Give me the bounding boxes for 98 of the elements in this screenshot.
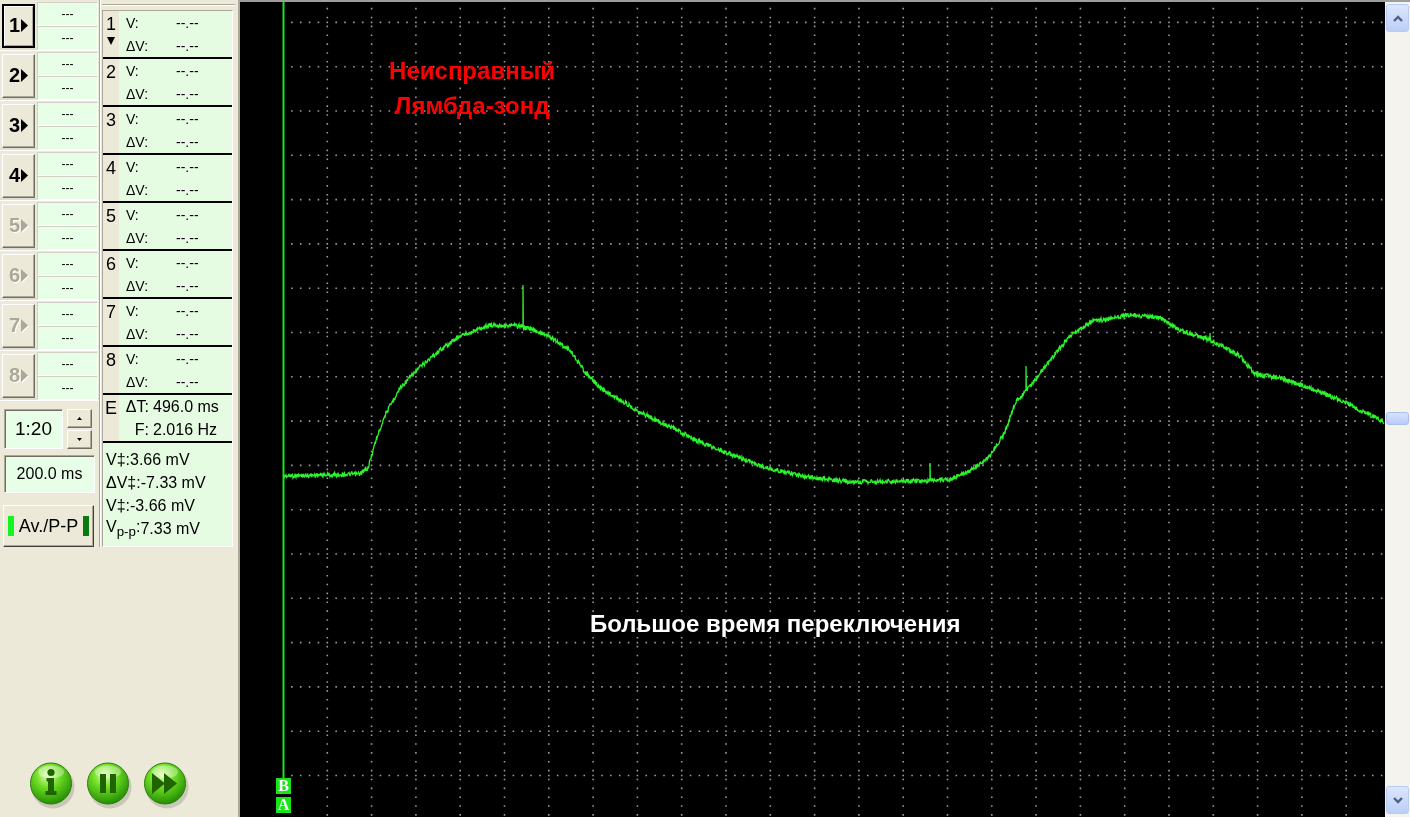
voltage-label: V:	[126, 158, 140, 175]
delta-voltage-label: ΔV:	[126, 277, 150, 294]
reading-value: -3.66 mV	[130, 496, 195, 515]
measure-row-label: ΔT:	[125, 397, 149, 416]
voltage-label: V:	[126, 302, 140, 319]
voltage-value: --.--	[176, 350, 200, 367]
channel-number: 1	[106, 14, 116, 34]
voltage-label: V:	[126, 206, 140, 223]
delta-voltage-label: ΔV:	[126, 85, 150, 102]
scroll-up-button[interactable]	[1386, 4, 1409, 32]
fast-forward-icon[interactable]	[143, 761, 189, 809]
voltage-value: --.--	[176, 158, 200, 175]
channel-number: 7	[106, 302, 116, 322]
delta-voltage-value: --.--	[176, 277, 200, 294]
channel-button[interactable]: 1	[2, 3, 35, 48]
triangle-icon	[21, 69, 29, 82]
delta-voltage-label: ΔV:	[126, 181, 150, 198]
channel-number: 2	[106, 62, 116, 82]
measure-row-value: 496.0 ms	[153, 397, 220, 416]
triangle-icon	[21, 319, 29, 332]
voltage-value: --.--	[176, 206, 200, 223]
voltage-value: --.--	[176, 62, 200, 79]
voltage-value: --.--	[176, 254, 200, 271]
reading-label: V‡:	[106, 450, 130, 469]
reading-value: 7.33 mV	[140, 519, 200, 538]
scroll-down-button[interactable]	[1386, 786, 1409, 814]
channel-button[interactable]: 4	[2, 153, 35, 198]
measure-row-label: F:	[134, 420, 149, 439]
value-cell: ---	[37, 251, 98, 276]
info-icon[interactable]	[29, 761, 75, 809]
fault-title: Неисправный Лямбда-зонд	[388, 56, 556, 121]
ratio-field[interactable]: 1:20	[4, 409, 63, 449]
delta-voltage-value: --.--	[176, 181, 200, 198]
channel-number: 8	[106, 350, 116, 370]
caption-text: Большое время переключения	[590, 610, 961, 638]
value-cell: ---	[37, 275, 98, 300]
value-cell: ---	[37, 51, 98, 76]
reading-label: V$_{p-p}$:	[106, 517, 141, 540]
delta-voltage-value: --.--	[176, 229, 200, 246]
value-cell: ---	[37, 75, 98, 100]
triangle-icon	[21, 119, 29, 132]
channel-number: 3	[106, 110, 116, 130]
chevron-down-icon	[1392, 796, 1403, 804]
up-arrow-icon	[77, 417, 82, 420]
value-cell: ---	[37, 375, 98, 400]
channel-number: 6	[106, 254, 116, 274]
down-arrow-icon	[77, 438, 82, 441]
mode-button[interactable]: Av./P-P	[3, 505, 94, 547]
value-cell: ---	[37, 1, 98, 26]
triangle-icon	[21, 369, 29, 382]
value-cell: ---	[37, 351, 98, 376]
delta-voltage-label: ΔV:	[126, 133, 150, 150]
voltage-label: V:	[126, 350, 140, 367]
reading-value: -7.33 mV	[140, 473, 206, 492]
delta-voltage-label: ΔV:	[126, 37, 150, 54]
measure-label: E	[105, 398, 117, 418]
time-field[interactable]: 200.0 ms	[4, 455, 95, 493]
triangle-icon	[21, 169, 29, 182]
reading-label: ΔV‡:	[106, 473, 141, 492]
value-cell: ---	[37, 225, 98, 250]
value-cell: ---	[37, 125, 98, 150]
voltage-label: V:	[126, 14, 140, 31]
delta-voltage-value: --.--	[176, 37, 200, 54]
value-cell: ---	[37, 301, 98, 326]
channel-number: 4	[106, 158, 116, 178]
delta-voltage-label: ΔV:	[126, 373, 150, 390]
delta-voltage-value: --.--	[176, 133, 200, 150]
triangle-icon	[21, 269, 29, 282]
delta-voltage-label: ΔV:	[126, 325, 150, 342]
channel-button[interactable]: 3	[2, 103, 35, 148]
voltage-value: --.--	[176, 110, 200, 127]
value-cell: ---	[37, 175, 98, 200]
channel-number: 5	[106, 206, 116, 226]
chevron-up-icon	[1392, 14, 1403, 22]
triangle-icon	[21, 19, 29, 32]
channel-button[interactable]: 2	[2, 53, 35, 98]
delta-voltage-value: --.--	[176, 325, 200, 342]
value-cell: ---	[37, 201, 98, 226]
voltage-label: V:	[126, 110, 140, 127]
reading-value: 3.66 mV	[130, 450, 190, 469]
delta-voltage-label: ΔV:	[126, 229, 150, 246]
voltage-label: V:	[126, 62, 140, 79]
scroll-thumb[interactable]	[1386, 412, 1409, 425]
voltage-value: --.--	[176, 302, 200, 319]
delta-voltage-value: --.--	[176, 373, 200, 390]
value-cell: ---	[37, 25, 98, 50]
value-cell: ---	[37, 325, 98, 350]
delta-voltage-value: --.--	[176, 85, 200, 102]
voltage-label: V:	[126, 254, 140, 271]
spin-down-button[interactable]	[67, 430, 92, 449]
measure-row-value: 2.016 Hz	[153, 420, 219, 439]
value-cell: ---	[37, 101, 98, 126]
voltage-value: --.--	[176, 14, 200, 31]
reading-label: V‡:	[106, 496, 130, 515]
spin-up-button[interactable]	[67, 409, 92, 428]
pause-icon[interactable]	[86, 761, 132, 809]
value-cell: ---	[37, 151, 98, 176]
triangle-icon	[21, 219, 29, 232]
